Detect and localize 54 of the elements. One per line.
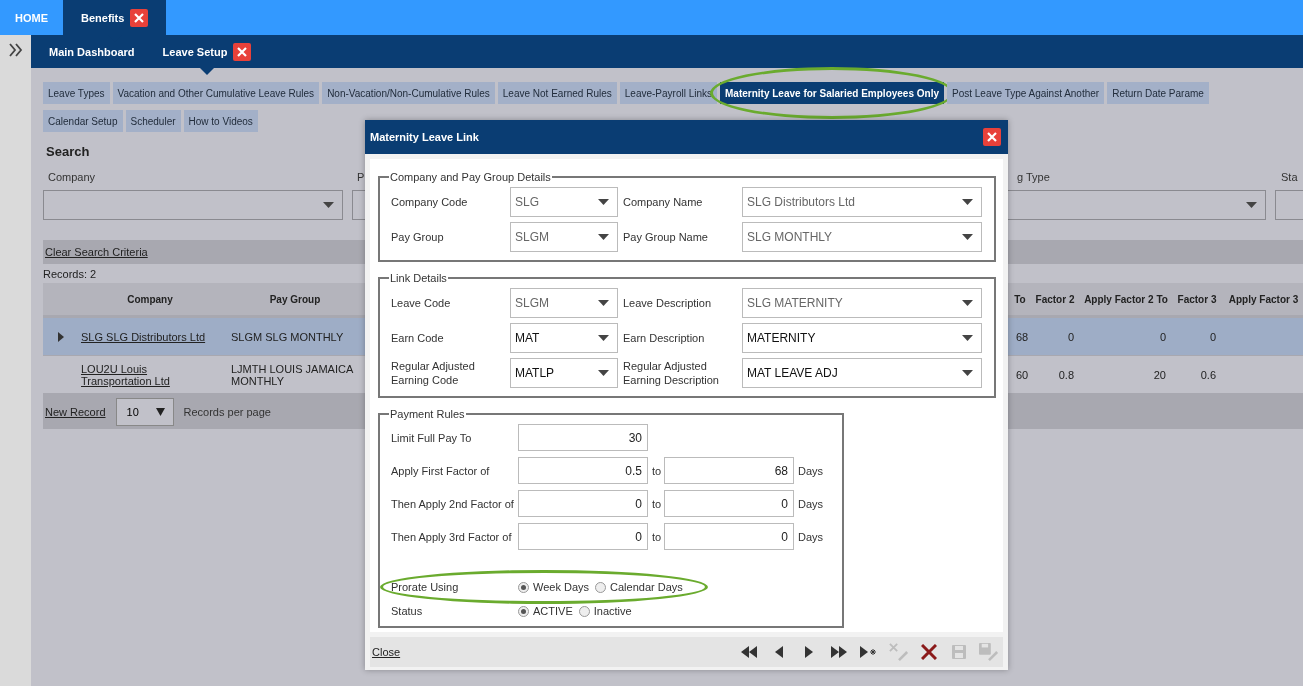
field-label: Company Code: [391, 195, 469, 209]
table-cell-text: 60: [1015, 368, 1030, 381]
column-header: Factor 2: [1035, 293, 1075, 305]
search-heading: Search: [46, 144, 91, 159]
group-title: Link Details: [389, 272, 448, 284]
group-title: Payment Rules: [389, 408, 466, 420]
table-cell-text: 0: [1208, 330, 1217, 343]
tab-label: Leave Setup: [162, 45, 228, 58]
table-cell-text: 68: [1015, 330, 1030, 343]
tab-label: Main Dashboard: [49, 45, 135, 58]
field-label: Then Apply 3rd Factor of: [391, 529, 513, 544]
field-label: Prorate Using: [391, 580, 460, 594]
records-count: Records: 2: [43, 268, 97, 280]
field-label: Earn Description: [622, 331, 706, 345]
unit-label: Days: [797, 497, 825, 510]
field-label: Company: [48, 171, 96, 184]
unit-label: Days: [797, 464, 825, 477]
to-label: to: [651, 464, 663, 477]
group-title: Company and Pay Group Details: [389, 171, 552, 183]
dialog-title: Maternity Leave Link: [370, 131, 479, 143]
field-label: Status: [391, 604, 424, 618]
field-label: Pay Group: [391, 230, 445, 244]
field-label: Company Name: [622, 195, 704, 209]
field-label: Earn Code: [391, 331, 445, 345]
per-page-label: Records per page: [183, 405, 271, 418]
table-cell-text: 0.6: [1199, 368, 1217, 381]
to-label: to: [651, 497, 663, 510]
table-cell-text: SLGM SLG MONTHLY: [230, 330, 345, 343]
to-label: to: [651, 530, 663, 543]
table-cell-text: LJMTH LOUIS JAMAICA MONTHLY: [230, 362, 354, 387]
field-label: Pay Group Name: [622, 230, 709, 244]
field-label: Regular Adjusted Earning Code: [391, 359, 476, 387]
field-label: Sta: [1281, 171, 1298, 184]
tab-label: HOME: [15, 11, 48, 24]
field-label: Limit Full Pay To: [391, 430, 473, 445]
field-label: P: [357, 171, 365, 184]
field-label: Leave Code: [391, 296, 452, 310]
table-cell-text: 0: [1066, 330, 1075, 343]
field-label: Then Apply 2nd Factor of: [391, 496, 515, 511]
field-label: Apply First Factor of: [391, 463, 491, 478]
field-label: Leave Description: [622, 296, 713, 310]
column-header: To: [1014, 293, 1026, 305]
column-header: Pay Group: [269, 293, 321, 305]
unit-label: Days: [797, 530, 825, 543]
tab-label: Benefits: [81, 11, 125, 24]
field-label: Regular Adjusted Earning Description: [622, 359, 720, 387]
table-cell-text: 0.8: [1057, 368, 1075, 381]
table-cell-text: 0: [1158, 330, 1167, 343]
column-header: Apply Factor 2 To: [1084, 293, 1168, 305]
column-header: Factor 3: [1177, 293, 1217, 305]
field-label: g Type: [1017, 171, 1050, 184]
table-cell-text: 20: [1152, 368, 1167, 381]
column-header: Apply Factor 3: [1228, 293, 1299, 305]
column-header: Company: [127, 293, 173, 305]
